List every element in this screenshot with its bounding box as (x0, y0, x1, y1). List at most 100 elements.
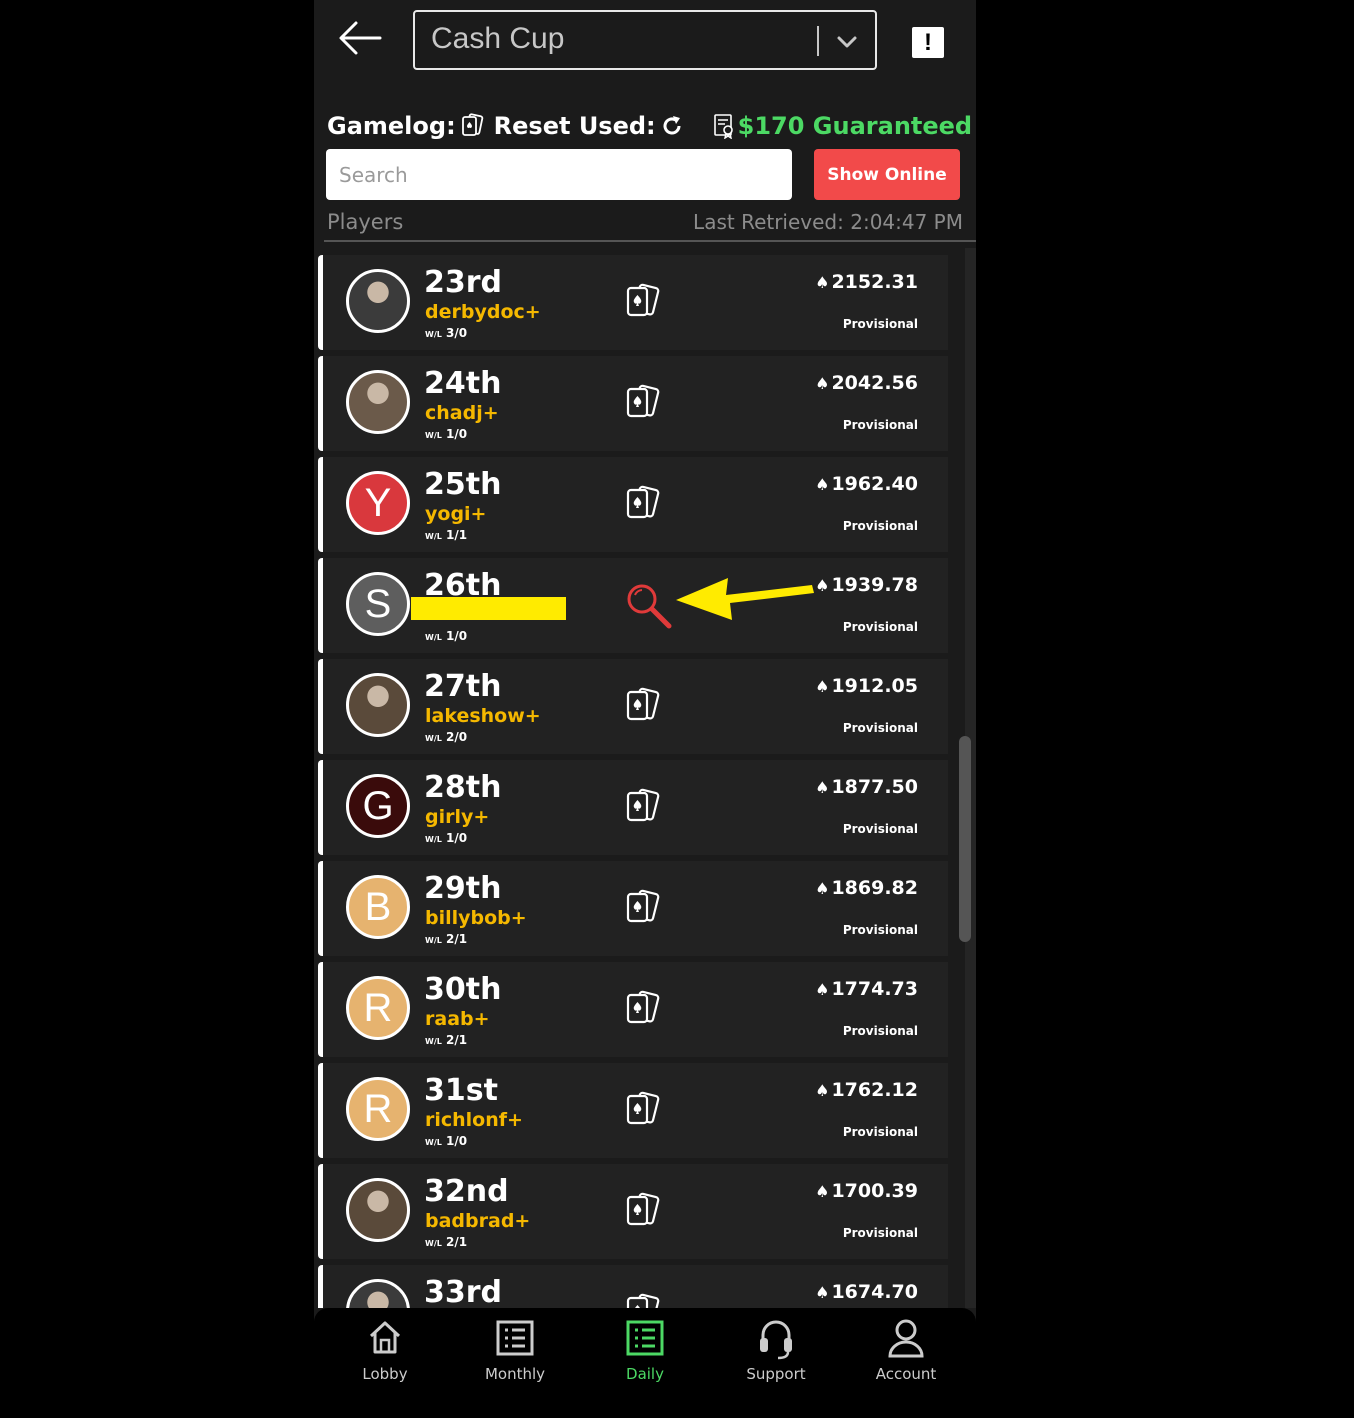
leaderboard-row[interactable]: 32nd badbrad+ W/L 2/1 ♠ 1700.39 Provisional (318, 1164, 948, 1259)
player-status: Provisional (842, 822, 918, 836)
win-loss-value: 1/0 (446, 831, 468, 845)
player-username[interactable]: billybob+ (425, 907, 527, 929)
win-loss-record: W/L 1/0 (425, 831, 467, 845)
nav-daily[interactable]: Daily (580, 1308, 710, 1418)
win-loss-record: W/L 1/0 (425, 427, 467, 441)
player-status: Provisional (842, 1226, 918, 1240)
win-loss-record: W/L 1/0 (425, 1134, 467, 1148)
nav-support-label: Support (746, 1365, 806, 1383)
leaderboard-row[interactable]: 23rd derbydoc+ W/L 3/0 ♠ 2152.31 Provisional (318, 255, 948, 350)
leaderboard-row[interactable]: 33rd ♠ 1674.70 (318, 1265, 948, 1308)
win-loss-value: 3/0 (446, 326, 468, 340)
player-rank: 25th (424, 467, 502, 502)
nav-monthly[interactable]: Monthly (450, 1308, 580, 1418)
avatar[interactable]: R (346, 976, 410, 1040)
back-arrow-icon[interactable] (336, 18, 384, 58)
leaderboard-row[interactable]: G 28th girly+ W/L 1/0 ♠ 1877.50 Provisional (318, 760, 948, 855)
leaderboard-row[interactable]: Y 25th yogi+ W/L 1/1 ♠ 1962.40 Provisional (318, 457, 948, 552)
player-username[interactable]: badbrad+ (425, 1210, 530, 1232)
leaderboard-row[interactable]: B 29th billybob+ W/L 2/1 ♠ 1869.82 Provisional (318, 861, 948, 956)
win-loss-label: W/L (425, 633, 442, 642)
win-loss-label: W/L (425, 431, 442, 440)
app-screen: Cash Cup ! Gamelog: Reset Used: $170 Gua… (314, 0, 976, 1418)
nav-lobby[interactable]: Lobby (320, 1308, 450, 1418)
win-loss-label: W/L (425, 532, 442, 541)
playing-cards-icon[interactable] (623, 685, 663, 725)
player-score-value: 1939.78 (831, 574, 918, 596)
player-username[interactable]: yogi+ (425, 503, 486, 525)
playing-cards-icon[interactable] (623, 281, 663, 321)
win-loss-label: W/L (425, 1239, 442, 1248)
players-label: Players (327, 210, 404, 234)
playing-cards-icon[interactable] (623, 1190, 663, 1230)
leaderboard-row[interactable]: R 30th raab+ W/L 2/1 ♠ 1774.73 Provisional (318, 962, 948, 1057)
avatar[interactable] (346, 673, 410, 737)
player-username[interactable]: lakeshow+ (425, 705, 541, 727)
player-rank: 28th (424, 770, 502, 805)
playing-cards-icon[interactable] (623, 887, 663, 927)
show-online-button[interactable]: Show Online (814, 149, 960, 200)
avatar[interactable] (346, 1178, 410, 1242)
player-score-value: 1869.82 (831, 877, 918, 899)
leaderboard-row[interactable]: R 31st richlonf+ W/L 1/0 ♠ 1762.12 Provisional (318, 1063, 948, 1158)
player-username[interactable]: raab+ (425, 1008, 490, 1030)
avatar[interactable] (346, 1279, 410, 1308)
nav-lobby-label: Lobby (362, 1365, 408, 1383)
player-score-value: 1912.05 (831, 675, 918, 697)
nav-account-label: Account (875, 1365, 937, 1383)
contest-dropdown[interactable]: Cash Cup (413, 10, 877, 70)
avatar[interactable]: Y (346, 471, 410, 535)
gamelog-cards-icon[interactable] (460, 113, 484, 139)
search-icon[interactable] (623, 580, 677, 630)
search-input[interactable] (326, 149, 792, 200)
player-status: Provisional (842, 1125, 918, 1139)
playing-cards-icon[interactable] (623, 1089, 663, 1129)
win-loss-record: W/L 1/0 (425, 629, 467, 643)
avatar[interactable] (346, 370, 410, 434)
contest-dropdown-value: Cash Cup (431, 22, 565, 55)
report-button[interactable]: ! (912, 27, 944, 58)
playing-cards-icon[interactable] (623, 382, 663, 422)
refresh-icon[interactable] (660, 114, 684, 138)
win-loss-value: 2/1 (446, 1235, 468, 1249)
playing-cards-icon[interactable] (623, 483, 663, 523)
playing-cards-icon[interactable] (623, 786, 663, 826)
nav-account[interactable]: Account (841, 1308, 971, 1418)
list-icon (626, 1320, 664, 1356)
player-score: ♠ 1674.70 (815, 1281, 918, 1303)
win-loss-value: 1/1 (446, 528, 468, 542)
player-status: Provisional (842, 1024, 918, 1038)
player-username[interactable]: girly+ (425, 806, 489, 828)
player-score: ♠ 1700.39 (815, 1180, 918, 1202)
win-loss-record: W/L 2/1 (425, 932, 467, 946)
spade-icon: ♠ (815, 879, 830, 898)
player-username[interactable]: derbydoc+ (425, 301, 541, 323)
leaderboard-row[interactable]: 24th chadj+ W/L 1/0 ♠ 2042.56 Provisional (318, 356, 948, 451)
leaderboard-row[interactable]: 27th lakeshow+ W/L 2/0 ♠ 1912.05 Provisional (318, 659, 948, 754)
leaderboard-row[interactable]: S 26th W/L 1/0 ♠ 1939.78 Provisional (318, 558, 948, 653)
avatar[interactable] (346, 269, 410, 333)
nav-support[interactable]: Support (711, 1308, 841, 1418)
player-score-value: 1774.73 (831, 978, 918, 1000)
player-rank: 24th (424, 366, 502, 401)
player-username[interactable]: richlonf+ (425, 1109, 523, 1131)
playing-cards-icon[interactable] (623, 988, 663, 1028)
player-rank: 33rd (424, 1275, 503, 1308)
playing-cards-icon[interactable] (623, 1291, 663, 1308)
win-loss-record: W/L 2/0 (425, 730, 467, 744)
avatar[interactable]: B (346, 875, 410, 939)
avatar[interactable]: G (346, 774, 410, 838)
spade-icon: ♠ (815, 475, 830, 494)
avatar[interactable]: S (346, 572, 410, 636)
certificate-icon (713, 114, 733, 139)
win-loss-label: W/L (425, 936, 442, 945)
player-username[interactable]: chadj+ (425, 402, 499, 424)
player-score: ♠ 2042.56 (815, 372, 918, 394)
list-icon (496, 1320, 534, 1356)
player-status: Provisional (842, 620, 918, 634)
spade-icon: ♠ (815, 576, 830, 595)
chevron-down-icon (837, 36, 857, 48)
scrollbar-thumb[interactable] (959, 736, 971, 942)
win-loss-record: W/L 2/1 (425, 1033, 467, 1047)
avatar[interactable]: R (346, 1077, 410, 1141)
